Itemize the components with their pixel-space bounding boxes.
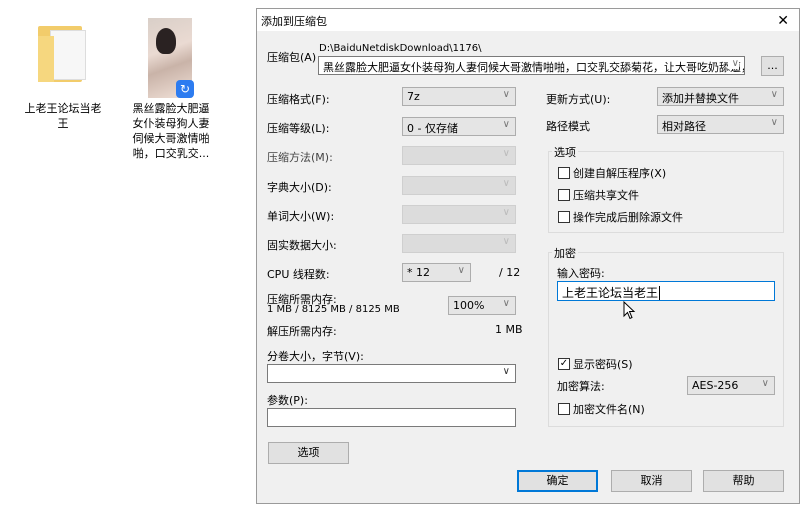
mem-percent-value: 100% (453, 299, 485, 312)
chevron-down-icon: ∨ (502, 89, 510, 100)
label-line: 伺候大哥激情啪 (132, 132, 210, 145)
word-select: ∨ (402, 205, 516, 224)
archive-name-value: 黑丝露脸大肥逼女仆装母狗人妻伺候大哥激情啪啪，口交乳交舔菊花，让大哥吃奶舔逼， (323, 61, 745, 74)
options-group-title: 选项 (552, 144, 578, 160)
show-password-option[interactable]: ✓ 显示密码(S) (558, 356, 633, 372)
params-input[interactable] (267, 408, 516, 427)
ok-button[interactable]: 确定 (517, 470, 598, 492)
option-label: 显示密码(S) (573, 358, 633, 371)
level-value: 0 - 仅存储 (407, 122, 458, 135)
path-value: 相对路径 (662, 120, 706, 133)
option-label: 操作完成后删除源文件 (573, 211, 683, 224)
chevron-down-icon: ∨ (457, 265, 465, 276)
desktop-folder-icon[interactable] (38, 22, 88, 84)
options-button[interactable]: 选项 (268, 442, 349, 464)
split-combo[interactable]: ∨ (267, 364, 516, 383)
checkbox[interactable] (558, 167, 570, 179)
archive-path: D:\BaiduNetdiskDownload\1176\ (319, 43, 482, 54)
path-select[interactable]: 相对路径 ∨ (657, 115, 784, 134)
encryption-group-title: 加密 (552, 245, 578, 261)
chevron-down-icon: ∨ (502, 178, 510, 189)
encrypt-names-option[interactable]: 加密文件名(N) (558, 401, 645, 417)
option-delete[interactable]: 操作完成后删除源文件 (558, 209, 683, 225)
dialog-title: 添加到压缩包 (261, 15, 327, 28)
cpu-total: / 12 (499, 266, 521, 279)
update-select[interactable]: 添加并替换文件 ∨ (657, 87, 784, 106)
algo-value: AES-256 (692, 379, 739, 392)
chevron-down-icon: ∨ (502, 366, 510, 377)
chevron-down-icon: ∨ (502, 207, 510, 218)
mem-decomp-value: 1 MB (495, 323, 523, 336)
option-sfx[interactable]: 创建自解压程序(X) (558, 165, 666, 181)
browse-button[interactable]: ... (761, 56, 784, 76)
checkbox[interactable] (558, 211, 570, 223)
mouse-cursor-icon (623, 301, 636, 320)
algo-label: 加密算法: (557, 380, 605, 393)
label-line: 啪，口交乳交... (132, 147, 210, 160)
archive-label: 压缩包(A) (267, 51, 317, 64)
label-line: 王 (57, 117, 69, 130)
chevron-down-icon: ∨ (502, 148, 510, 159)
add-to-archive-dialog: 添加到压缩包 ✕ 压缩包(A) D:\BaiduNetdiskDownload\1… (256, 8, 800, 504)
cpu-label: CPU 线程数: (267, 268, 330, 281)
format-label: 压缩格式(F): (267, 93, 330, 106)
method-select: ∨ (402, 146, 516, 165)
update-label: 更新方式(U): (546, 93, 611, 106)
chevron-down-icon: ∨ (770, 117, 778, 128)
solid-label: 固实数据大小: (267, 239, 337, 252)
text-caret (659, 286, 661, 300)
checkbox-checked[interactable]: ✓ (558, 358, 570, 370)
close-icon[interactable]: ✕ (777, 13, 789, 29)
mem-decomp-label: 解压所需内存: (267, 325, 337, 338)
format-select[interactable]: 7z ∨ (402, 87, 516, 106)
chevron-down-icon: ∨ (761, 378, 769, 389)
password-value: 上老王论坛当老王 (562, 286, 659, 300)
label-line: 上老王论坛当老 (24, 102, 102, 115)
chevron-down-icon: ∨ (770, 89, 778, 100)
chevron-down-icon: ∨ (502, 298, 510, 309)
method-label: 压缩方法(M): (267, 151, 333, 164)
option-label: 加密文件名(N) (573, 403, 645, 416)
level-select[interactable]: 0 - 仅存储 ∨ (402, 117, 516, 136)
checkbox[interactable] (558, 403, 570, 415)
dict-label: 字典大小(D): (267, 181, 332, 194)
option-label: 创建自解压程序(X) (573, 167, 667, 180)
dict-select: ∨ (402, 176, 516, 195)
format-value: 7z (407, 90, 420, 103)
option-label: 压缩共享文件 (573, 189, 639, 202)
title-bar: 添加到压缩包 ✕ (257, 9, 799, 31)
desktop-file-label[interactable]: 黑丝露脸大肥逼 女仆装母狗人妻 伺候大哥激情啪 啪，口交乳交... (126, 101, 216, 161)
checkbox[interactable] (558, 189, 570, 201)
password-label: 输入密码: (557, 267, 605, 280)
mem-percent-select[interactable]: 100% ∨ (448, 296, 516, 315)
option-shared[interactable]: 压缩共享文件 (558, 187, 639, 203)
solid-select: ∨ (402, 234, 516, 253)
chevron-down-icon: ∨ (727, 58, 739, 69)
cancel-button[interactable]: 取消 (611, 470, 692, 492)
update-value: 添加并替换文件 (662, 92, 739, 105)
baidu-netdisk-badge-icon: ↻ (176, 80, 194, 98)
mem-comp-value: 1 MB / 8125 MB / 8125 MB (267, 304, 400, 315)
chevron-down-icon: ∨ (502, 236, 510, 247)
path-label: 路径模式 (546, 120, 590, 133)
password-input[interactable]: 上老王论坛当老王 (557, 281, 775, 301)
chevron-down-icon: ∨ (502, 119, 510, 130)
split-label: 分卷大小，字节(V): (267, 350, 364, 363)
cpu-value: * 12 (407, 266, 430, 279)
level-label: 压缩等级(L): (267, 122, 330, 135)
word-label: 单词大小(W): (267, 210, 335, 223)
algo-select[interactable]: AES-256 ∨ (687, 376, 775, 395)
cpu-select[interactable]: * 12 ∨ (402, 263, 471, 282)
archive-name-combo[interactable]: 黑丝露脸大肥逼女仆装母狗人妻伺候大哥激情啪啪，口交乳交舔菊花，让大哥吃奶舔逼， ∨ (318, 56, 745, 75)
desktop-folder-label[interactable]: 上老王论坛当老王 (18, 101, 108, 131)
label-line: 女仆装母狗人妻 (132, 117, 210, 130)
help-button[interactable]: 帮助 (703, 470, 784, 492)
params-label: 参数(P): (267, 394, 308, 407)
label-line: 黑丝露脸大肥逼 (132, 102, 210, 115)
